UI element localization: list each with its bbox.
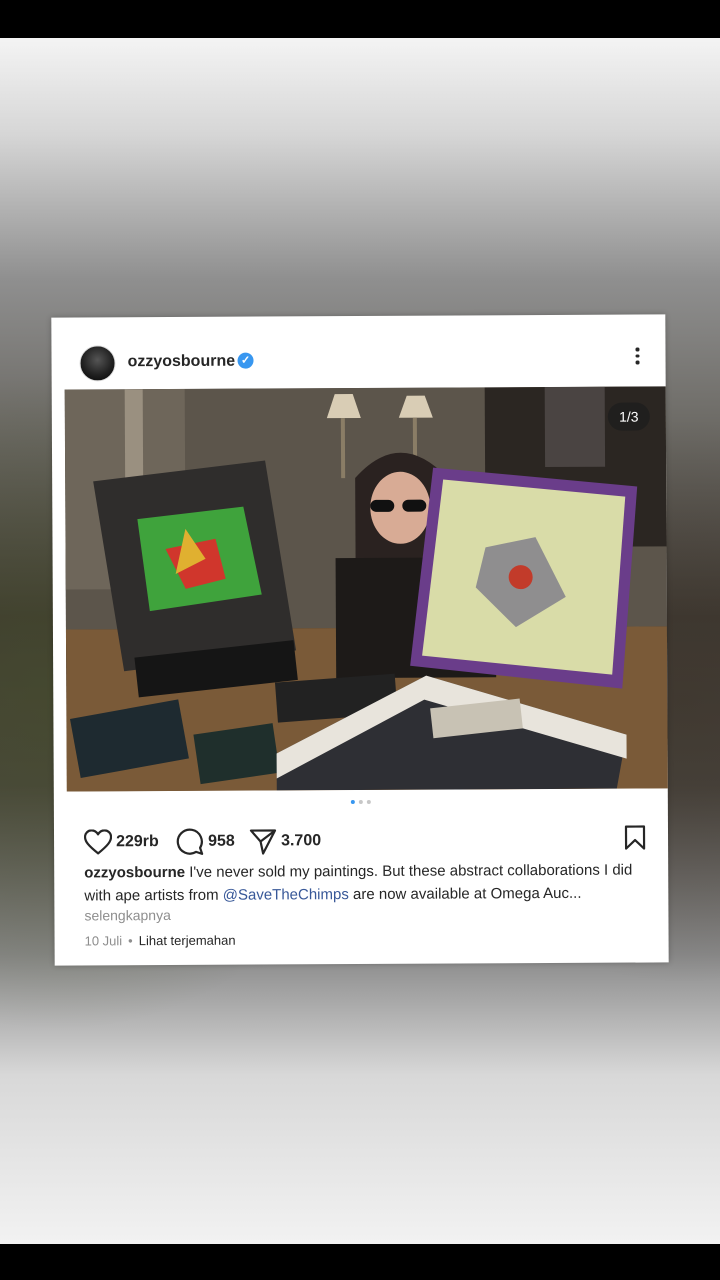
meta-separator: •: [128, 933, 133, 949]
likes-count: 229rb: [116, 833, 159, 851]
more-options-icon[interactable]: [633, 347, 641, 368]
like-action[interactable]: 229rb: [83, 825, 159, 859]
post-caption: ozzyosbourne I've never sold my painting…: [84, 858, 658, 907]
bookmark-button[interactable]: [624, 825, 646, 856]
carousel-dots: [54, 798, 668, 807]
caption-mention[interactable]: @SaveTheChimps: [223, 886, 349, 904]
carousel-dot: [366, 799, 371, 804]
navigation-bar: [0, 1244, 720, 1280]
share-icon[interactable]: [249, 827, 277, 855]
heart-icon[interactable]: [83, 829, 113, 855]
share-action[interactable]: 3.700: [249, 824, 321, 858]
see-translation-link[interactable]: Lihat terjemahan: [139, 933, 236, 949]
see-more-link[interactable]: selengkapnya: [84, 907, 170, 923]
post-card: ozzyosbourne ✓ 1/3 229rb 958 3.700 ozzyo…: [51, 314, 669, 966]
carousel-dot-active: [350, 800, 355, 805]
comment-action[interactable]: 958: [176, 825, 235, 859]
post-image[interactable]: 1/3: [64, 386, 668, 792]
caption-username[interactable]: ozzyosbourne: [84, 864, 185, 882]
bookmark-icon[interactable]: [624, 825, 646, 851]
post-meta: 10 Juli • Lihat terjemahan: [85, 933, 236, 949]
post-date: 10 Juli: [84, 933, 123, 949]
post-username[interactable]: ozzyosbourne: [127, 353, 235, 372]
comment-icon[interactable]: [176, 828, 204, 856]
shares-count: 3.700: [281, 832, 322, 850]
verified-badge-icon: ✓: [237, 352, 254, 369]
carousel-dot: [358, 799, 363, 805]
post-actions: 229rb 958 3.700: [54, 822, 668, 859]
comments-count: 958: [208, 832, 235, 850]
caption-text-tail: are now available at Omega Auc...: [348, 884, 582, 904]
post-header: ozzyosbourne ✓: [51, 314, 665, 389]
avatar[interactable]: [79, 345, 116, 382]
image-counter-badge: 1/3: [607, 402, 650, 431]
photo-illustration: [64, 386, 668, 792]
status-bar: [0, 0, 720, 38]
